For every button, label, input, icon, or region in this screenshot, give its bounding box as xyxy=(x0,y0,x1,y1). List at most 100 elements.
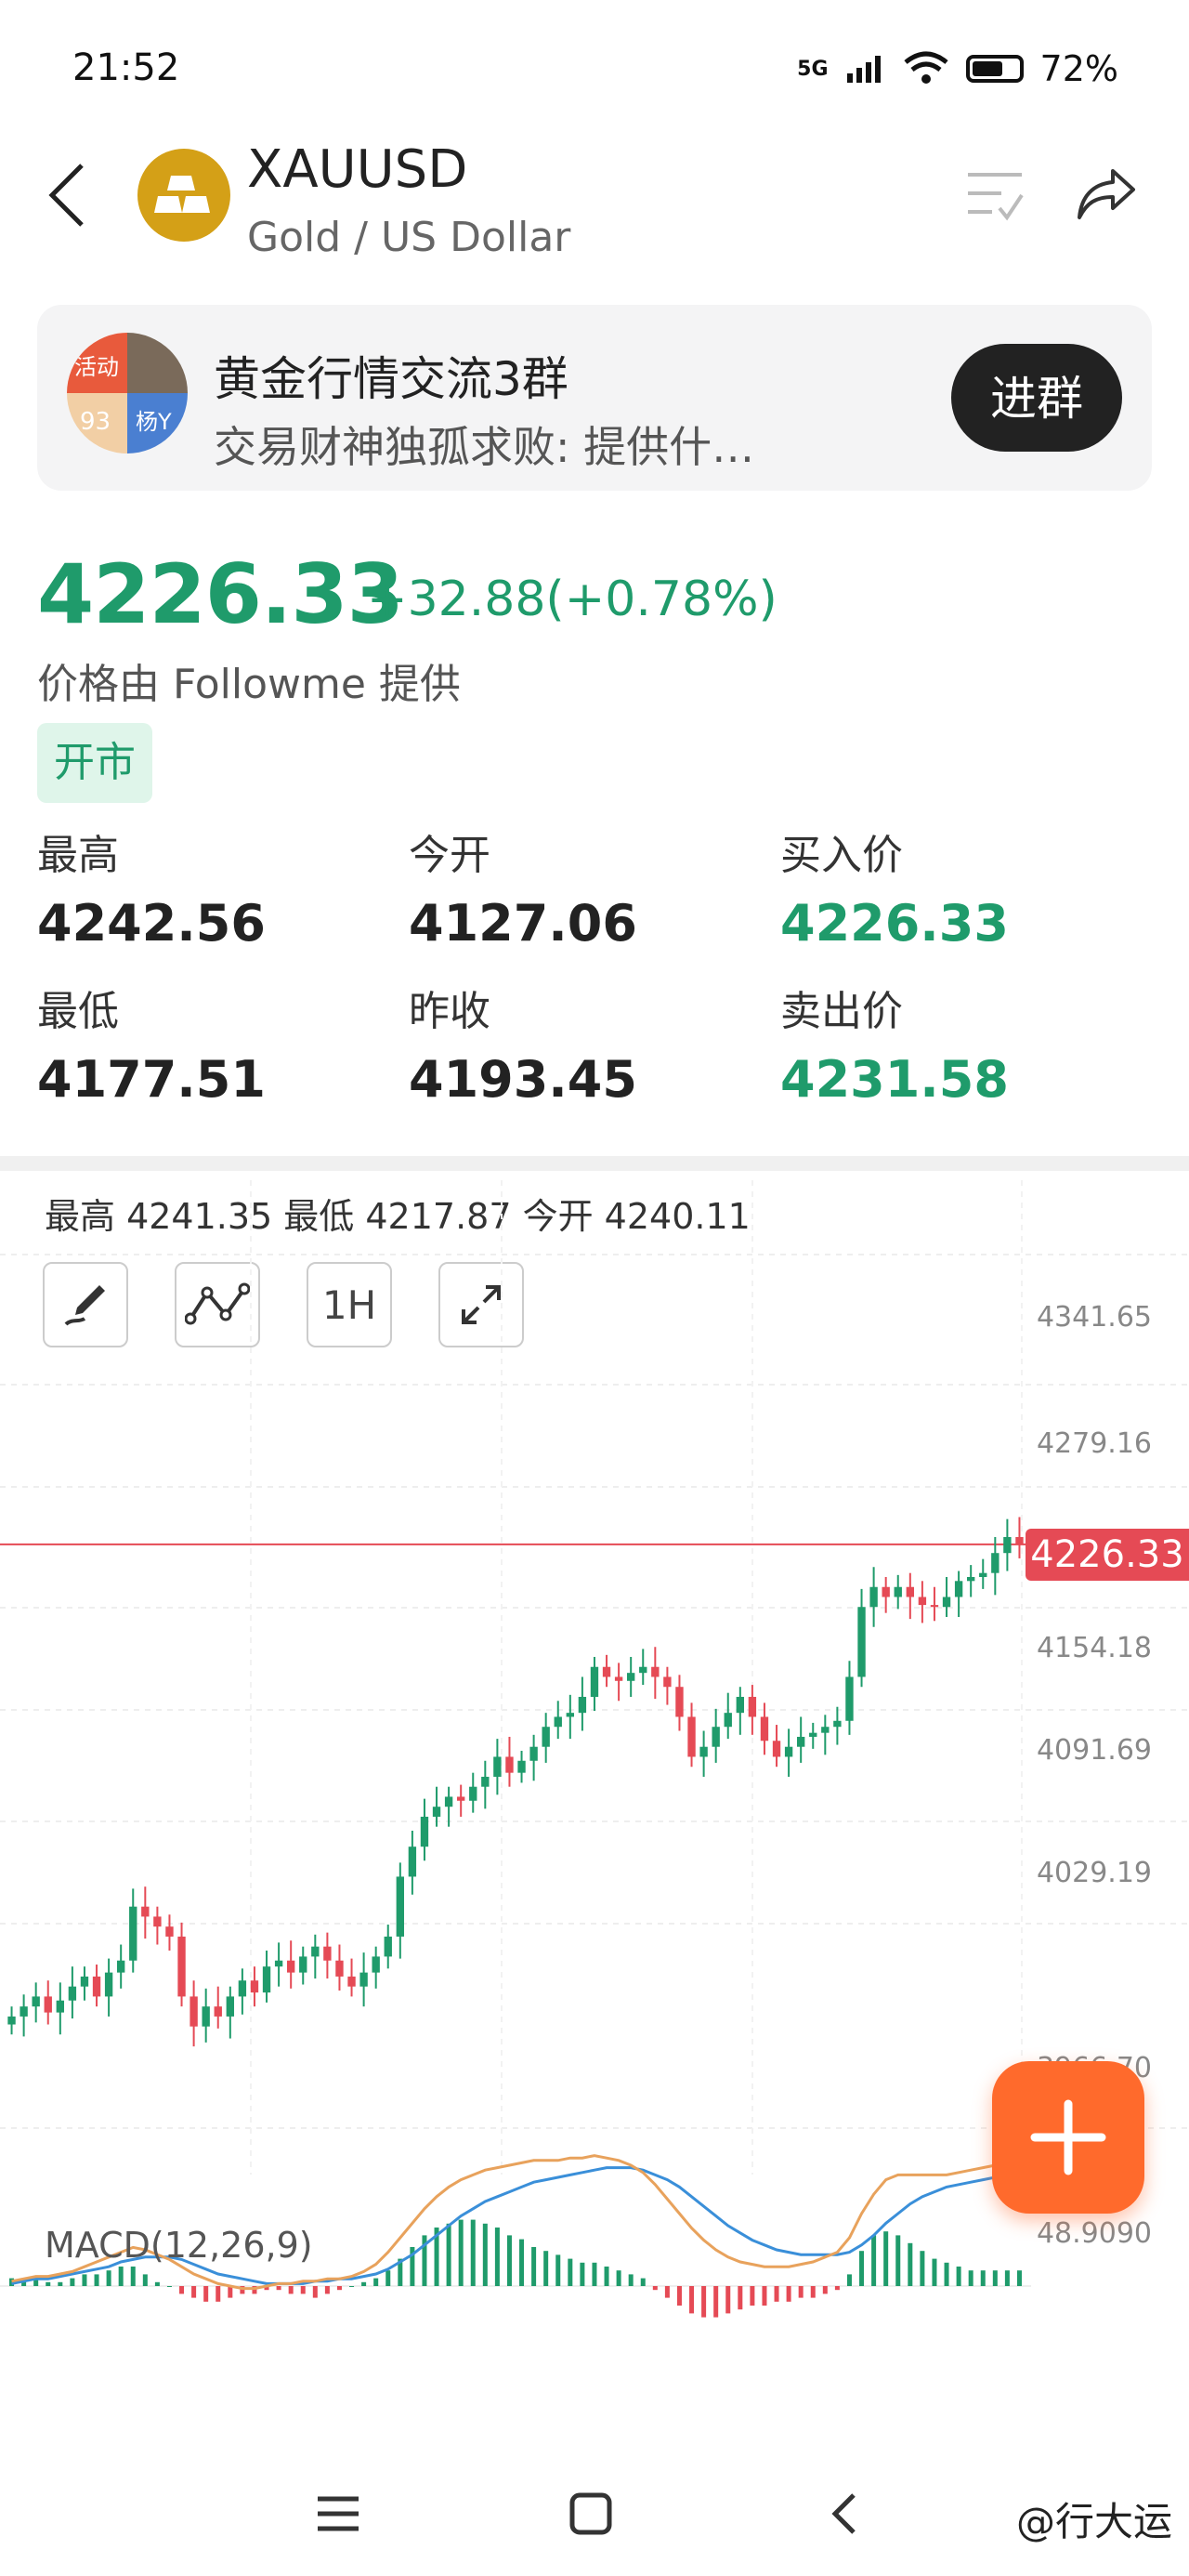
macd-label: MACD(12,26,9) xyxy=(45,2225,313,2266)
candle-body xyxy=(991,1553,1000,1573)
macd-histogram-bar xyxy=(494,2228,500,2286)
macd-histogram-bar xyxy=(798,2286,804,2298)
candle-body xyxy=(590,1666,599,1697)
candle-body xyxy=(493,1756,502,1777)
macd-histogram-bar xyxy=(228,2286,233,2298)
candle-body xyxy=(262,1966,271,1993)
macd-histogram-bar xyxy=(118,2267,124,2286)
symbol-subtitle: Gold / US Dollar xyxy=(247,214,571,261)
stat-label: 昨收 xyxy=(409,988,490,1035)
add-button[interactable] xyxy=(992,2061,1144,2214)
macd-histogram-bar xyxy=(361,2281,367,2286)
stat-label: 卖出价 xyxy=(780,988,903,1035)
candle-body xyxy=(20,2006,28,2017)
nav-menu-button[interactable] xyxy=(292,2472,385,2556)
group-last-message: 交易财神独孤求败: 提供什… xyxy=(214,422,755,472)
macd-histogram-bar xyxy=(932,2258,937,2286)
macd-histogram-bar xyxy=(373,2278,379,2286)
macd-histogram-bar xyxy=(725,2286,731,2314)
candle-body xyxy=(651,1666,660,1677)
candle-body xyxy=(177,1936,186,1997)
watchlist-button[interactable] xyxy=(962,163,1027,228)
signal-icon xyxy=(846,56,881,83)
price-provider: 价格由 Followme 提供 xyxy=(37,661,461,708)
candle-body xyxy=(56,2000,65,2013)
candle-body xyxy=(954,1581,963,1597)
candle-body xyxy=(214,2006,222,2017)
macd-histogram-bar xyxy=(1004,2270,1010,2286)
nav-back-button[interactable] xyxy=(797,2472,890,2556)
candle-body xyxy=(894,1586,902,1597)
candle-body xyxy=(153,1916,162,1927)
candle-body xyxy=(821,1727,830,1733)
candle-body xyxy=(420,1816,429,1847)
macd-histogram-bar xyxy=(166,2286,172,2287)
macd-histogram-bar xyxy=(640,2278,646,2286)
candle-body xyxy=(1003,1537,1012,1554)
macd-histogram-bar xyxy=(288,2286,294,2294)
back-button[interactable] xyxy=(46,160,93,234)
candle-body xyxy=(845,1676,854,1721)
candle-body xyxy=(299,1956,307,1973)
candle-body xyxy=(116,1960,125,1973)
candle-body xyxy=(857,1607,866,1677)
candle-body xyxy=(517,1760,526,1773)
macd-histogram-bar xyxy=(786,2286,791,2302)
candle-body xyxy=(481,1776,490,1787)
price-axis-label: 4279.16 xyxy=(1036,1427,1152,1460)
candle-body xyxy=(906,1586,915,1597)
gold-logo xyxy=(137,149,230,242)
candle-body xyxy=(809,1732,817,1737)
candle-body xyxy=(408,1847,417,1877)
price-axis-label: 4091.69 xyxy=(1036,1734,1152,1767)
stat-label: 买入价 xyxy=(780,832,903,879)
candle-body xyxy=(942,1597,951,1608)
macd-histogram-bar xyxy=(920,2251,925,2286)
plus-icon xyxy=(1030,2099,1106,2175)
chevron-left-icon xyxy=(831,2493,856,2534)
macd-histogram-bar xyxy=(652,2286,658,2291)
macd-histogram-bar xyxy=(750,2286,755,2306)
candle-body xyxy=(104,1972,113,1997)
group-title: 黄金行情交流3群 xyxy=(214,352,568,406)
stat-value: 4231.58 xyxy=(780,1050,1009,1109)
macd-histogram-bar xyxy=(58,2281,63,2286)
stat-label: 最低 xyxy=(37,988,119,1035)
candle-body xyxy=(833,1720,842,1728)
macd-histogram-bar xyxy=(106,2270,111,2286)
candle-body xyxy=(796,1736,805,1747)
candle-body xyxy=(772,1741,781,1757)
watermark: @行大运 xyxy=(1015,2499,1172,2544)
candle-body xyxy=(396,1876,405,1937)
macd-histogram-bar xyxy=(859,2251,865,2286)
macd-histogram-bar xyxy=(385,2270,391,2286)
share-icon xyxy=(1078,169,1135,219)
candle-body xyxy=(979,1572,987,1577)
candle-body xyxy=(432,1807,441,1817)
join-group-button[interactable]: 进群 xyxy=(951,344,1122,452)
macd-histogram-bar xyxy=(664,2286,670,2298)
macd-histogram-bar xyxy=(276,2286,281,2291)
candle-body xyxy=(347,1976,356,1987)
candle-body xyxy=(626,1673,635,1681)
macd-histogram-bar xyxy=(191,2286,197,2298)
candle-body xyxy=(469,1786,477,1801)
macd-histogram-bar xyxy=(446,2223,451,2286)
candle-body xyxy=(869,1586,878,1608)
nav-home-button[interactable] xyxy=(544,2472,637,2556)
share-button[interactable] xyxy=(1074,163,1139,228)
macd-histogram-bar xyxy=(531,2247,537,2286)
candle-body xyxy=(505,1756,514,1773)
macd-histogram-bar xyxy=(834,2286,840,2291)
candle-body xyxy=(274,1960,283,1967)
macd-histogram-bar xyxy=(203,2286,209,2302)
candle-body xyxy=(1015,1537,1024,1544)
stat-value: 4127.06 xyxy=(409,894,637,953)
macd-histogram-bar xyxy=(312,2286,318,2298)
macd-histogram-bar xyxy=(713,2286,719,2318)
macd-histogram-bar xyxy=(883,2231,889,2286)
square-icon xyxy=(569,2492,612,2535)
stat-label: 最高 xyxy=(37,832,119,879)
macd-histogram-bar xyxy=(142,2274,148,2286)
wifi-icon xyxy=(903,51,948,84)
